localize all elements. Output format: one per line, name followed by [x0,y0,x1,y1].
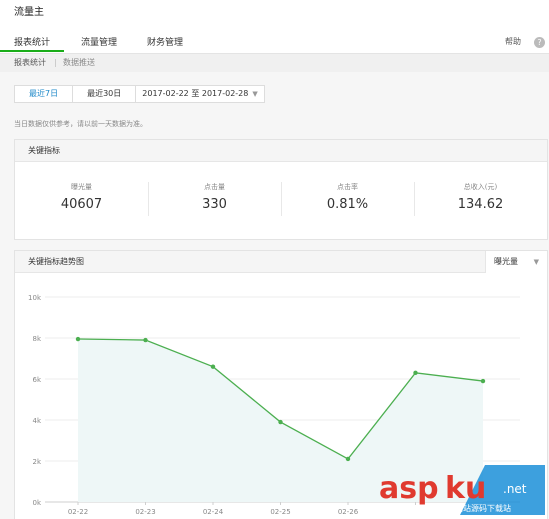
key-metrics-header: 关键指标 [15,140,547,162]
tab-traffic[interactable]: 流量管理 [81,35,117,48]
data-note: 当日数据仅供参考，请以前一天数据为准。 [14,120,147,128]
range-7days-button[interactable]: 最近7日 [14,85,74,103]
metric-label: 点击率 [337,183,358,191]
data-point [278,419,283,425]
data-point [143,337,148,343]
x-tick-label: 02-26 [338,508,359,516]
data-point [75,336,81,342]
watermark-subtitle: 免费网站源码下载站 [439,503,511,513]
date-range-value: 2017-02-22 至 2017-02-28 [142,89,249,98]
watermark-tld: .net [503,482,527,496]
metric-label: 曝光量 [71,183,92,191]
metric-value: 134.62 [457,197,504,212]
metric-label: 点击量 [204,183,225,191]
y-tick-label: 0k [32,499,41,507]
metric-value: 0.81% [326,197,369,212]
trend-header: 关键指标趋势图 曝光量 ▼ [15,251,547,273]
subnav-item-reports[interactable]: 报表统计 [14,57,46,68]
date-range-picker[interactable]: 2017-02-22 至 2017-02-28 ▼ [136,85,265,103]
metric-value: 330 [202,197,227,212]
y-tick-label: 2k [32,458,41,466]
chevron-down-icon: ▼ [252,90,258,98]
x-tick-label: 02-24 [203,508,224,516]
x-tick-label: 02-23 [135,508,155,516]
key-metrics-title: 关键指标 [28,146,60,155]
range-30days-button[interactable]: 最近30日 [73,85,137,103]
x-tick-label: 02-22 [68,508,88,516]
trend-title: 关键指标趋势图 [28,257,84,266]
y-tick-label: 4k [32,417,41,425]
metrics-row: 曝光量 40607 点击量 330 点击率 0.81% 总收入(元) 134.6… [15,162,547,238]
metric-select-value: 曝光量 [494,257,518,266]
metric-value: 40607 [60,197,103,212]
metric-revenue: 总收入(元) 134.62 [414,162,547,238]
app-title: 流量主 [14,7,44,18]
watermark-logo: asp ku .net 免费网站源码下载站 [379,465,545,515]
metric-impressions: 曝光量 40607 [15,162,148,238]
tab-reports[interactable]: 报表统计 [14,35,50,48]
key-metrics-panel: 关键指标 曝光量 40607 点击量 330 点击率 0.81% 总收入(元) … [14,139,548,240]
data-point [210,364,216,369]
tab-finance[interactable]: 财务管理 [147,35,183,48]
help-link[interactable]: 帮助 [505,36,521,47]
chevron-down-icon: ▼ [533,258,539,266]
date-range-selector: 最近7日 最近30日 2017-02-22 至 2017-02-28 ▼ [14,85,265,103]
main-tabs: 报表统计 流量管理 财务管理 帮助 ? [0,30,549,54]
sub-nav: 报表统计 数据推送 [0,54,549,72]
y-tick-label: 6k [32,376,41,384]
data-point [480,378,486,384]
y-tick-label: 10k [28,294,42,302]
x-tick-label: 02-25 [270,508,290,516]
subnav-item-data-push[interactable]: 数据推送 [63,57,95,68]
watermark-brand-2: ku [445,471,486,506]
active-tab-indicator [0,50,64,52]
y-tick-label: 8k [32,335,41,343]
data-point [413,370,418,376]
watermark-brand: asp [379,471,439,506]
subnav-divider [55,59,56,67]
metric-clicks: 点击量 330 [148,162,281,238]
metric-label: 总收入(元) [463,183,498,191]
data-point [345,456,351,462]
metric-select-dropdown[interactable]: 曝光量 ▼ [485,251,547,273]
help-icon[interactable]: ? [534,37,545,48]
metric-ctr: 点击率 0.81% [281,162,414,238]
top-bar: 流量主 [0,0,549,30]
